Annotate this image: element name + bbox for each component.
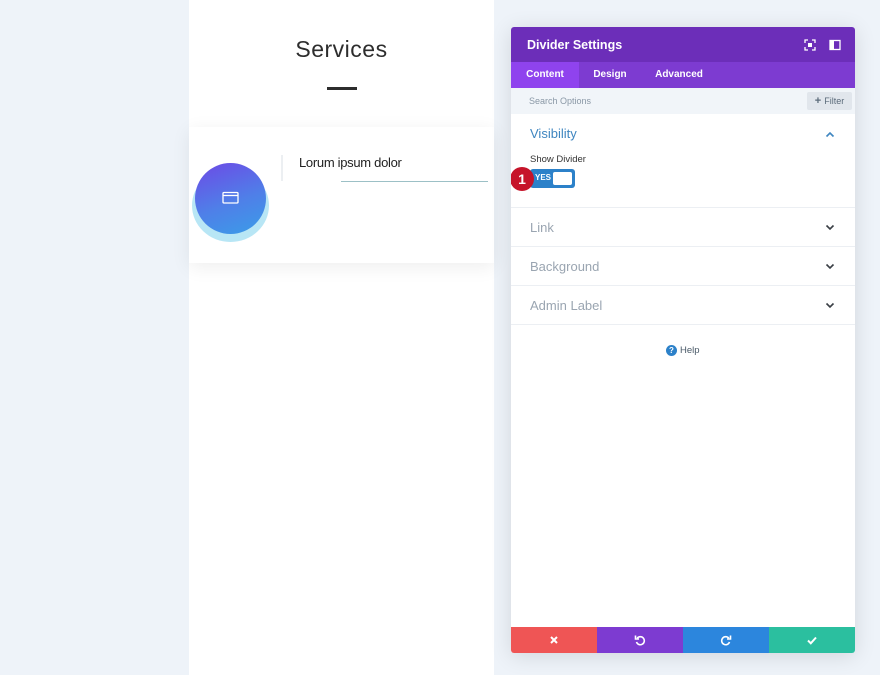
section-title-admin-label: Admin Label <box>530 298 603 313</box>
redo-button[interactable] <box>683 627 769 653</box>
discard-button[interactable] <box>511 627 597 653</box>
icon-blob <box>195 163 266 234</box>
card-title: Lorum ipsum dolor <box>299 155 402 170</box>
help-label: Help <box>680 345 700 356</box>
search-bar: +Filter <box>511 88 855 114</box>
modal-header[interactable]: Divider Settings <box>511 27 855 62</box>
section-background[interactable]: Background <box>511 247 855 286</box>
help-icon: ? <box>666 345 677 356</box>
plus-icon: + <box>814 95 822 107</box>
filter-label: Filter <box>824 96 845 106</box>
section-admin-label[interactable]: Admin Label <box>511 286 855 325</box>
redo-icon <box>720 635 732 646</box>
chevron-up-icon[interactable] <box>825 131 835 138</box>
check-icon <box>807 636 817 645</box>
toggle-knob <box>553 172 572 185</box>
modal-footer <box>511 627 855 653</box>
card-divider[interactable] <box>341 181 488 182</box>
page-preview: Services Lorum ipsum dolor <box>189 0 494 675</box>
undo-icon <box>634 635 646 646</box>
tab-bar: Content Design Advanced <box>511 62 855 88</box>
undo-button[interactable] <box>597 627 683 653</box>
section-title-background: Background <box>530 259 600 274</box>
sidebar-toggle-icon[interactable] <box>829 39 841 51</box>
services-heading: Services <box>295 36 388 62</box>
service-card: Lorum ipsum dolor <box>189 127 494 263</box>
tab-advanced[interactable]: Advanced <box>641 62 717 88</box>
chevron-down-icon[interactable] <box>825 263 835 270</box>
section-link[interactable]: Link <box>511 208 855 247</box>
tab-design[interactable]: Design <box>579 62 641 88</box>
search-options-input[interactable] <box>529 92 779 110</box>
chevron-down-icon[interactable] <box>825 302 835 309</box>
card-vertical-line <box>281 155 283 181</box>
folder-icon <box>222 191 239 204</box>
show-divider-toggle[interactable]: YES <box>530 169 575 188</box>
divider-settings-modal: Divider Settings Content Design Advanced… <box>511 27 855 653</box>
modal-title: Divider Settings <box>527 38 623 52</box>
save-button[interactable] <box>769 627 855 653</box>
heading-divider <box>327 87 357 90</box>
filter-button[interactable]: + Filter <box>807 92 852 110</box>
tab-content[interactable]: Content <box>511 62 579 88</box>
section-title-visibility: Visibility <box>530 126 577 141</box>
section-title-link: Link <box>530 220 554 235</box>
toggle-value: YES <box>535 173 552 182</box>
chevron-down-icon[interactable] <box>825 224 835 231</box>
annotation-badge: 1 <box>511 167 534 191</box>
close-icon <box>550 636 558 644</box>
show-divider-label: Show Divider <box>530 154 586 165</box>
fullscreen-icon[interactable] <box>804 39 816 51</box>
